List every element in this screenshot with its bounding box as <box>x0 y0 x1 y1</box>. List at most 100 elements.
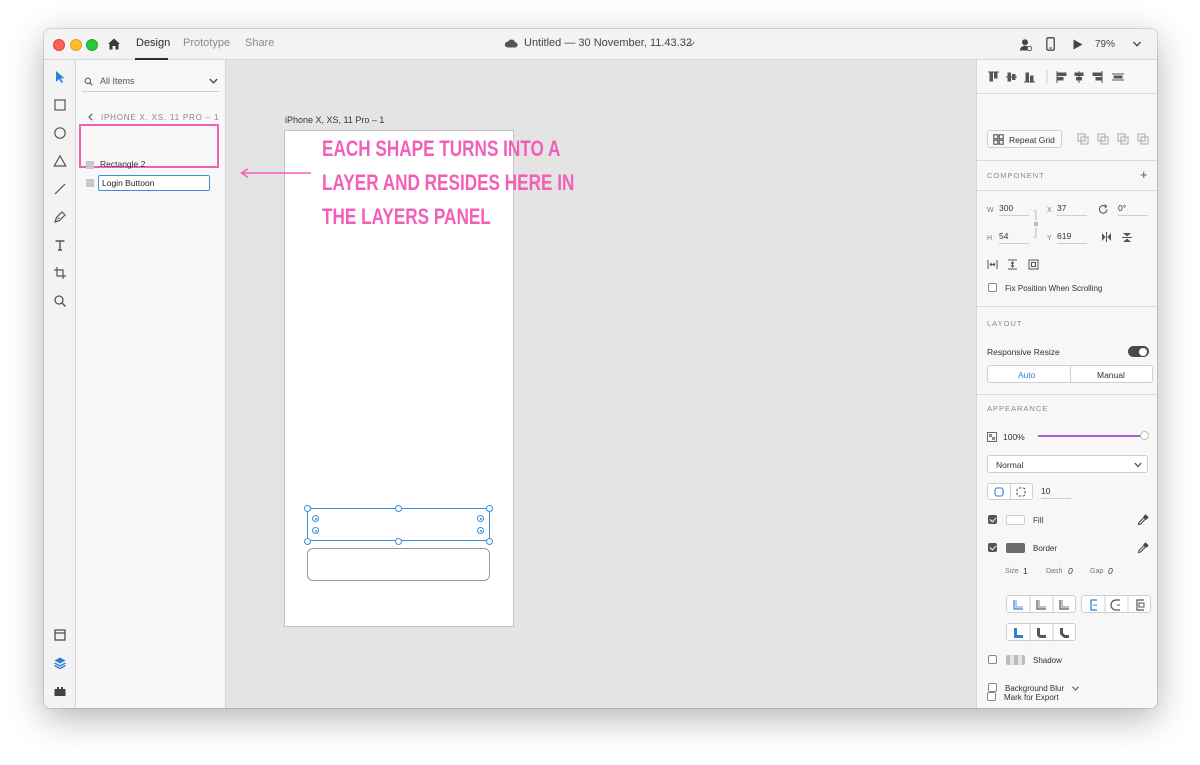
opacity-slider[interactable] <box>1038 435 1145 437</box>
flip-horizontal-icon[interactable] <box>1101 232 1112 242</box>
select-tool-icon[interactable] <box>53 70 67 84</box>
background-blur-label[interactable]: Background Blur <box>1005 684 1064 693</box>
rectangle-tool-icon[interactable] <box>53 98 67 112</box>
stroke-cap-icons[interactable] <box>1082 596 1152 614</box>
layer-label: Rectangle 2 <box>100 159 146 169</box>
resize-handle[interactable] <box>486 538 493 545</box>
divider <box>977 306 1157 307</box>
opacity-value[interactable]: 100% <box>1003 432 1025 442</box>
layers-panel-icon[interactable] <box>53 656 67 670</box>
layer-item[interactable]: Rectangle 2 <box>86 157 212 173</box>
device-preview-icon[interactable] <box>1046 37 1055 51</box>
layer-rename-input[interactable]: Login Buttoon <box>98 175 210 191</box>
plugins-icon[interactable] <box>53 684 67 698</box>
home-icon[interactable] <box>106 36 122 52</box>
fill-color-swatch[interactable] <box>1006 515 1025 525</box>
stroke-join-group <box>1006 623 1077 642</box>
dash-input[interactable]: 0 <box>1068 566 1073 576</box>
stroke-size-input[interactable]: 1 <box>1023 566 1028 576</box>
flip-vertical-icon[interactable] <box>1122 232 1132 243</box>
stroke-position-icons[interactable] <box>1007 596 1077 614</box>
artboard-title[interactable]: iPhone X, XS, 11 Pro – 1 <box>285 115 384 125</box>
mark-export-label: Mark for Export <box>1004 693 1059 702</box>
fill-checkbox[interactable] <box>988 515 997 524</box>
layer-filter[interactable]: All Items <box>82 72 219 92</box>
chevron-down-icon[interactable] <box>209 78 218 84</box>
opacity-slider-thumb[interactable] <box>1140 431 1149 440</box>
x-input[interactable]: 37 <box>1057 203 1087 216</box>
back-chevron-icon[interactable] <box>88 113 93 121</box>
pen-tool-icon[interactable] <box>53 210 67 224</box>
shadow-label: Shadow <box>1033 656 1062 665</box>
corner-radius-handle[interactable] <box>477 515 484 522</box>
stroke-join-icons[interactable] <box>1007 624 1077 642</box>
y-input[interactable]: 619 <box>1057 231 1087 244</box>
chevron-down-icon <box>1134 462 1142 468</box>
zoom-level[interactable]: 79% <box>1095 39 1115 50</box>
assets-panel-icon[interactable] <box>53 628 67 642</box>
width-input[interactable]: 300 <box>999 203 1029 216</box>
height-input[interactable]: 54 <box>999 231 1029 244</box>
manual-option[interactable]: Manual <box>1097 370 1125 380</box>
artboard-tool-icon[interactable] <box>53 266 67 280</box>
fix-position-checkbox[interactable] <box>988 283 997 292</box>
tab-share[interactable]: Share <box>245 37 274 49</box>
all-corners-icon[interactable] <box>994 487 1004 497</box>
background-blur-checkbox[interactable] <box>988 683 997 692</box>
shadow-checkbox[interactable] <box>988 655 997 664</box>
design-canvas[interactable]: iPhone X, XS, 11 Pro – 1 EACH SHAPE TURN… <box>226 60 976 708</box>
zoom-tool-icon[interactable] <box>53 294 67 308</box>
corner-radius-handle[interactable] <box>477 527 484 534</box>
close-window-button[interactable] <box>53 39 65 51</box>
zoom-chevron-icon[interactable] <box>1133 41 1141 47</box>
corner-radius-input[interactable]: 10 <box>1041 486 1071 499</box>
document-title[interactable]: Untitled — 30 November, 11.43.32 <box>524 37 692 49</box>
repeat-grid-button[interactable]: Repeat Grid <box>987 130 1062 148</box>
filter-label: All Items <box>100 76 135 86</box>
eyedropper-icon[interactable] <box>1137 514 1149 526</box>
add-component-icon[interactable]: + <box>1140 167 1148 182</box>
user-icon[interactable] <box>1019 38 1032 51</box>
align-icons[interactable] <box>987 70 1157 84</box>
arrow-left-icon <box>240 168 311 178</box>
tab-design[interactable]: Design <box>136 37 170 49</box>
responsive-resize-toggle[interactable] <box>1128 346 1149 357</box>
chevron-down-icon[interactable] <box>688 41 695 46</box>
resize-handle[interactable] <box>304 538 311 545</box>
resize-handle[interactable] <box>486 505 493 512</box>
ellipse-tool-icon[interactable] <box>53 126 67 140</box>
layer-item[interactable]: Login Buttoon <box>86 175 212 191</box>
rotation-input[interactable]: 0° <box>1118 203 1148 216</box>
resize-handle[interactable] <box>395 505 402 512</box>
gap-input[interactable]: 0 <box>1108 566 1113 576</box>
zoom-window-button[interactable] <box>86 39 98 51</box>
per-corner-icon[interactable] <box>1016 487 1026 497</box>
text-tool-icon[interactable] <box>53 238 67 252</box>
boolean-ops-icons[interactable] <box>1077 133 1149 145</box>
artboard-breadcrumb[interactable]: IPHONE X, XS, 11 PRO – 1 <box>101 113 219 122</box>
eyedropper-icon[interactable] <box>1137 542 1149 554</box>
resize-handle[interactable] <box>395 538 402 545</box>
stroke-size-label: Size <box>1005 568 1019 575</box>
minimize-window-button[interactable] <box>70 39 82 51</box>
border-checkbox[interactable] <box>988 543 997 552</box>
blend-mode-select[interactable]: Normal <box>987 455 1148 473</box>
shadow-swatch[interactable] <box>1006 655 1025 665</box>
corner-radius-handle[interactable] <box>312 515 319 522</box>
resize-handle[interactable] <box>304 505 311 512</box>
play-icon[interactable] <box>1073 39 1083 50</box>
mark-export-checkbox[interactable] <box>987 692 996 701</box>
line-tool-icon[interactable] <box>53 182 67 196</box>
rectangle-layer-icon <box>86 179 94 187</box>
rectangle-2-shape[interactable] <box>307 548 490 581</box>
tab-prototype[interactable]: Prototype <box>183 37 230 49</box>
distribute-icons[interactable] <box>987 259 1045 270</box>
chevron-down-icon[interactable] <box>1072 686 1079 691</box>
fill-label: Fill <box>1033 516 1044 525</box>
corner-radius-handle[interactable] <box>312 527 319 534</box>
login-button-shape[interactable] <box>307 508 490 541</box>
auto-option[interactable]: Auto <box>1018 370 1036 380</box>
polygon-tool-icon[interactable] <box>53 154 67 168</box>
lock-proportions-icon[interactable] <box>1033 210 1039 238</box>
border-color-swatch[interactable] <box>1006 543 1025 553</box>
